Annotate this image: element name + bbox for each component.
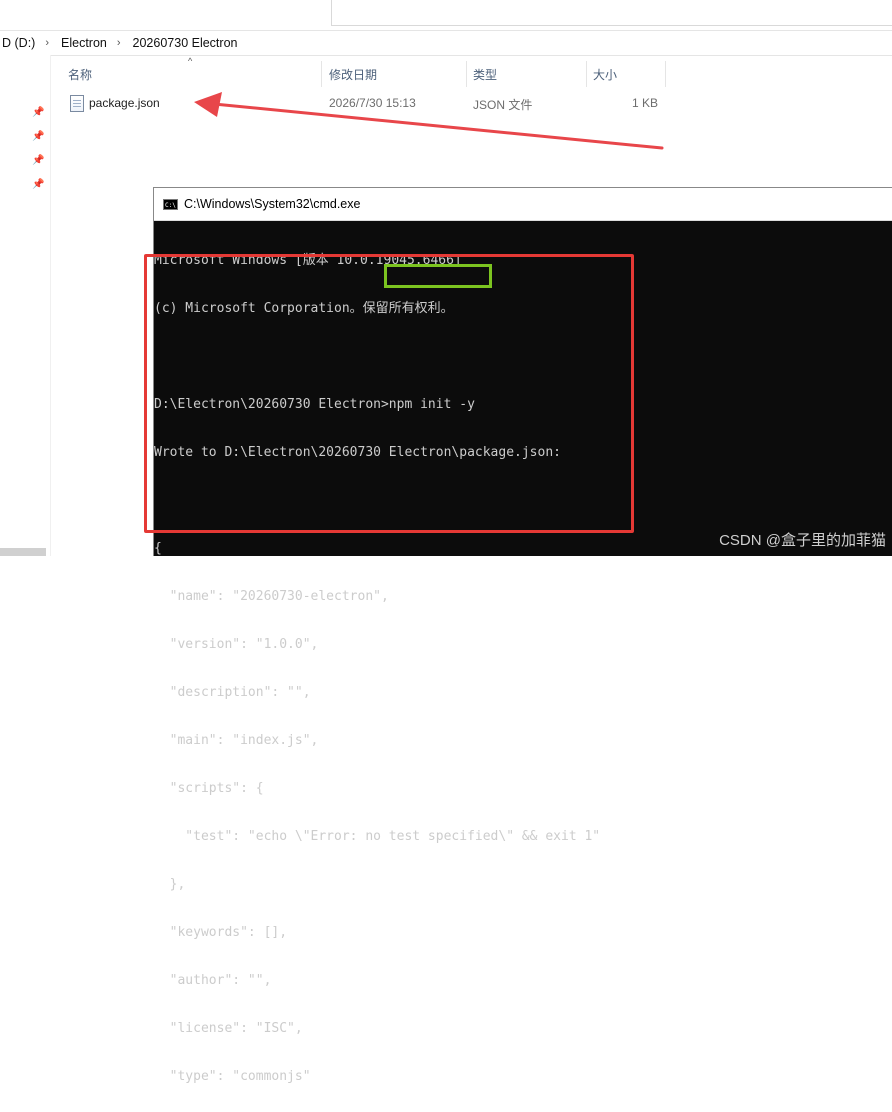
terminal-line: "name": "20260730-electron", [154, 589, 389, 604]
terminal-icon: C:\ [163, 198, 178, 210]
terminal-line: "scripts": { [154, 781, 264, 796]
terminal-line: "test": "echo \"Error: no test specified… [154, 829, 601, 844]
terminal-line: "main": "index.js", [154, 733, 319, 748]
terminal-line: "keywords": [], [154, 925, 288, 940]
terminal-line: "description": "", [154, 685, 311, 700]
terminal-line: }, [154, 877, 186, 892]
terminal-line: "license": "ISC", [154, 1021, 303, 1036]
terminal-line: "author": "", [154, 973, 272, 988]
cmd-title: C:\Windows\System32\cmd.exe [184, 197, 361, 211]
scrollbar-thumb[interactable] [0, 548, 46, 556]
terminal-line: { [154, 541, 162, 556]
terminal-line: "type": "commonjs" [154, 1069, 311, 1084]
annotation-red-box [144, 254, 634, 533]
watermark: CSDN @盒子里的加菲猫 [719, 532, 886, 549]
annotation-green-box [384, 264, 492, 288]
terminal-line: "version": "1.0.0", [154, 637, 319, 652]
cmd-title-bar[interactable]: C:\ C:\Windows\System32\cmd.exe [154, 188, 892, 221]
